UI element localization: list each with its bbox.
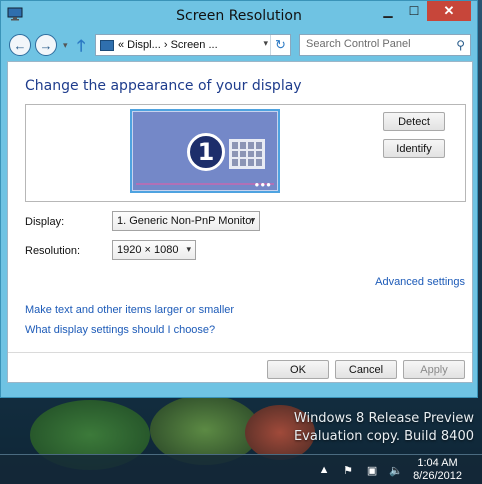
display-label: Display: <box>25 216 65 228</box>
monitor-number-badge: 1 <box>187 133 225 171</box>
navigation-bar: ← → ▾ 🡑 « Displ... › Screen ... ▾ ↻ Sear… <box>7 31 473 59</box>
address-bar[interactable]: « Displ... › Screen ... ▾ ↻ <box>95 34 291 56</box>
detect-button[interactable]: Detect <box>383 112 445 131</box>
up-level-button[interactable]: 🡑 <box>77 35 85 62</box>
resolution-select-value: 1920 × 1080 <box>117 244 179 256</box>
watermark-line2: Evaluation copy. Build 8400 <box>293 429 474 444</box>
maximize-button[interactable]: ☐ <box>401 1 427 21</box>
minimize-icon: ▁ <box>383 4 393 18</box>
clock-time: 1:04 AM <box>417 457 458 469</box>
display-select[interactable]: 1. Generic Non-PnP Monitor ▾ <box>112 211 260 231</box>
identify-button[interactable]: Identify <box>383 139 445 158</box>
taskbar: ▲ ⚑ ▣ 🔈 1:04 AM 8/26/2012 <box>0 454 482 484</box>
screen-resolution-window: Screen Resolution ▁ ☐ ✕ ← → ▾ 🡑 « Displ.… <box>0 0 478 398</box>
chevron-down-icon: ▾ <box>250 215 255 225</box>
control-panel-icon <box>100 39 114 51</box>
action-center-flag-icon[interactable]: ⚑ <box>341 463 355 477</box>
page-title: Change the appearance of your display <box>25 78 302 94</box>
resolution-label: Resolution: <box>25 245 81 257</box>
maximize-icon: ☐ <box>408 4 420 18</box>
volume-icon[interactable]: 🔈 <box>389 463 403 477</box>
content-panel: Change the appearance of your display 1 … <box>7 61 473 383</box>
cancel-button[interactable]: Cancel <box>335 360 397 379</box>
resolution-select[interactable]: 1920 × 1080 ▾ <box>112 240 196 260</box>
monitor-dots-icon: ●●● <box>254 180 272 189</box>
divider <box>8 352 472 353</box>
text-size-link[interactable]: Make text and other items larger or smal… <box>25 304 234 316</box>
display-select-value: 1. Generic Non-PnP Monitor <box>117 215 255 227</box>
watermark-line1: Windows 8 Release Preview <box>293 411 474 426</box>
show-hidden-icons-icon[interactable]: ▲ <box>317 463 331 477</box>
ok-button[interactable]: OK <box>267 360 329 379</box>
monitor-arrangement-area: 1 ●●● Detect Identify <box>25 104 466 202</box>
network-icon[interactable]: ▣ <box>365 463 379 477</box>
search-input[interactable]: Search Control Panel ⚲ <box>299 34 471 56</box>
clock[interactable]: 1:04 AM 8/26/2012 <box>413 457 462 483</box>
advanced-settings-link[interactable]: Advanced settings <box>375 276 465 288</box>
forward-arrow-icon: → <box>39 37 53 53</box>
monitor-1-preview[interactable]: 1 ●●● <box>130 109 280 193</box>
close-icon: ✕ <box>443 3 455 18</box>
recent-pages-chevron-icon[interactable]: ▾ <box>63 40 68 51</box>
address-dropdown-icon[interactable]: ▾ <box>263 38 268 49</box>
refresh-icon: ↻ <box>275 37 286 52</box>
search-placeholder: Search Control Panel <box>306 38 411 50</box>
address-text: « Displ... › Screen ... <box>118 39 218 51</box>
monitor-taskbar-line <box>136 183 274 185</box>
title-bar[interactable]: Screen Resolution ▁ ☐ ✕ <box>1 1 477 31</box>
forward-button[interactable]: → <box>35 34 57 56</box>
close-button[interactable]: ✕ <box>427 1 471 21</box>
refresh-button[interactable]: ↻ <box>270 35 290 55</box>
up-arrow-icon: 🡑 <box>77 38 86 55</box>
back-arrow-icon: ← <box>13 37 27 53</box>
clock-date: 8/26/2012 <box>413 470 462 482</box>
chevron-down-icon: ▾ <box>186 244 191 254</box>
minimize-button[interactable]: ▁ <box>375 1 401 21</box>
search-icon[interactable]: ⚲ <box>456 38 465 52</box>
back-button[interactable]: ← <box>9 34 31 56</box>
start-screen-icon <box>229 139 265 169</box>
display-help-link[interactable]: What display settings should I choose? <box>25 324 215 336</box>
system-tray: ▲ ⚑ ▣ 🔈 1:04 AM 8/26/2012 <box>317 455 482 484</box>
apply-button[interactable]: Apply <box>403 360 465 379</box>
